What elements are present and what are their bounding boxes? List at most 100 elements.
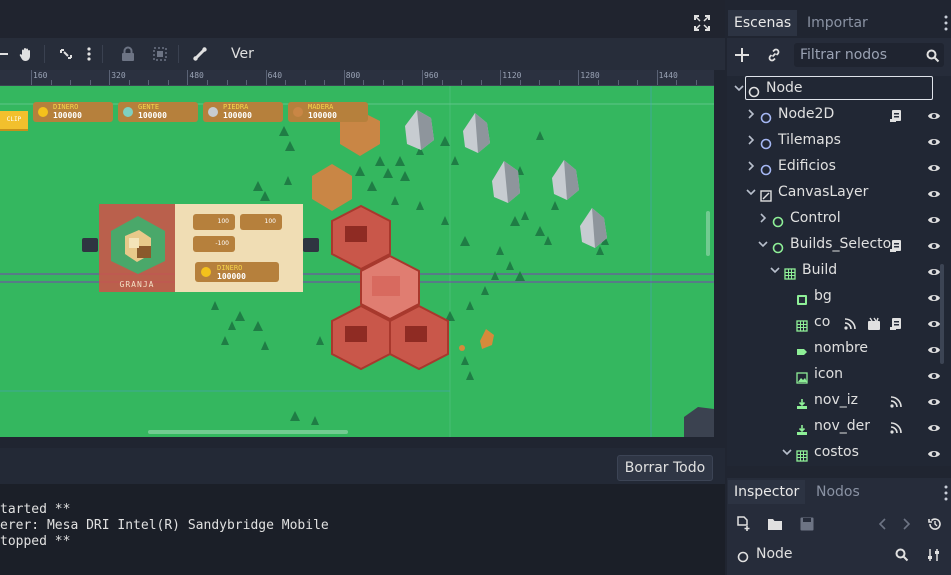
scene-tree-scrollbar[interactable] xyxy=(940,84,944,464)
next-build-button[interactable] xyxy=(303,238,319,252)
scene-tree-item[interactable]: nombre xyxy=(727,336,940,360)
scene-tree-item[interactable]: costos xyxy=(727,440,940,466)
viewport-scrollbar[interactable] xyxy=(148,430,348,434)
left-yellow-button[interactable]: CLIP xyxy=(0,111,28,131)
resource-name: PIEDRA xyxy=(223,103,249,111)
visibility-eye-icon[interactable] xyxy=(927,367,941,381)
save-icon[interactable] xyxy=(799,516,815,532)
ruler-minor-tick xyxy=(461,80,463,85)
pan-tool-icon[interactable] xyxy=(16,44,36,64)
gridcontainer-node-icon xyxy=(796,316,808,332)
scene-tree-item[interactable]: CanvasLayer xyxy=(727,180,940,204)
inspector-search-icon[interactable] xyxy=(895,547,909,562)
snap-icon[interactable] xyxy=(56,44,76,64)
visibility-eye-icon[interactable] xyxy=(927,107,941,121)
script-icon[interactable] xyxy=(889,315,903,330)
lock-icon[interactable] xyxy=(118,44,138,64)
canvas-viewport[interactable]: CLIP DINERO 100000 GENTE 100000 PIEDRA 100000… xyxy=(0,86,714,437)
scene-tree-item-label: CanvasLayer xyxy=(778,184,869,200)
scene-tree-item[interactable]: Node xyxy=(727,76,937,100)
history-forward-icon[interactable] xyxy=(900,516,912,532)
scene-tree-item[interactable]: icon xyxy=(727,362,940,386)
tools-icon[interactable] xyxy=(927,547,941,561)
cost-badge-b: 100 xyxy=(240,214,282,230)
tab-inspector[interactable]: Inspector xyxy=(728,480,806,504)
visibility-eye-icon[interactable] xyxy=(927,419,941,433)
signals-icon[interactable] xyxy=(889,393,903,408)
dock-menu-icon[interactable] xyxy=(944,14,948,32)
inspector-menu-icon[interactable] xyxy=(944,484,948,502)
clear-all-button[interactable]: Borrar Todo xyxy=(617,455,713,481)
add-node-icon[interactable] xyxy=(734,47,750,63)
ruler-minor-tick xyxy=(226,80,228,85)
farm-icon xyxy=(111,216,165,274)
fullscreen-icon[interactable] xyxy=(694,15,710,31)
tab-import[interactable]: Importar xyxy=(807,10,868,36)
scene-tree-item[interactable]: Builds_Selecto xyxy=(727,232,940,256)
tab-scenes[interactable]: Escenas xyxy=(728,10,798,36)
open-folder-icon[interactable] xyxy=(767,516,783,532)
scene-tree-item-label: Node xyxy=(766,80,803,96)
visibility-eye-icon[interactable] xyxy=(927,159,941,173)
scene-tree-item[interactable]: Control xyxy=(727,206,940,230)
visibility-eye-icon[interactable] xyxy=(927,185,941,199)
more-options-icon[interactable] xyxy=(84,44,94,64)
signals-icon[interactable] xyxy=(889,419,903,434)
ruler-label: 1120 xyxy=(502,71,522,80)
visibility-eye-icon[interactable] xyxy=(927,341,941,355)
collapse-arrow-icon[interactable] xyxy=(782,440,792,466)
signals-icon[interactable] xyxy=(843,315,857,330)
scene-tree-item[interactable]: Build xyxy=(727,258,940,282)
script-icon[interactable] xyxy=(889,107,903,122)
object-history-icon[interactable] xyxy=(927,516,943,532)
log-line: topped ** xyxy=(0,534,71,549)
scene-tree-item[interactable]: nov_der xyxy=(727,414,940,438)
visibility-eye-icon[interactable] xyxy=(927,315,941,329)
scene-tree-item[interactable]: nov_iz xyxy=(727,388,940,412)
viewport-vscrollbar[interactable] xyxy=(706,211,710,256)
ruler-label: 320 xyxy=(111,71,126,80)
group-icon[interactable] xyxy=(150,44,170,64)
move-tool-icon[interactable] xyxy=(0,44,10,64)
new-resource-icon[interactable] xyxy=(735,516,751,532)
ruler-minor-tick xyxy=(558,80,560,85)
panel-node-icon xyxy=(796,290,808,305)
ruler-minor-tick xyxy=(89,80,91,85)
ruler-minor-tick xyxy=(206,80,208,85)
history-back-icon[interactable] xyxy=(877,516,889,532)
visibility-eye-icon[interactable] xyxy=(927,263,941,277)
scene-tree-item[interactable]: Tilemaps xyxy=(727,128,940,152)
control-node-icon xyxy=(772,238,784,254)
tab-nodes[interactable]: Nodos xyxy=(816,480,860,504)
ruler-label: 800 xyxy=(345,71,361,80)
groups-icon[interactable] xyxy=(867,315,881,330)
filter-nodes-input[interactable] xyxy=(794,43,931,67)
scene-tree-item[interactable]: bg xyxy=(727,284,940,308)
view-menu-button[interactable]: Ver xyxy=(225,44,260,64)
link-icon[interactable] xyxy=(766,47,782,63)
script-icon[interactable] xyxy=(889,237,903,252)
visibility-eye-icon[interactable] xyxy=(927,133,941,147)
scene-tree-item-label: Node2D xyxy=(778,106,835,122)
visibility-eye-icon[interactable] xyxy=(927,237,941,251)
scene-tree-item[interactable]: Edificios xyxy=(727,154,940,178)
visibility-eye-icon[interactable] xyxy=(927,393,941,407)
visibility-eye-icon[interactable] xyxy=(927,289,941,303)
visibility-eye-icon[interactable] xyxy=(927,211,941,225)
inspector-node-circle-icon xyxy=(737,548,749,563)
gridcontainer-node-icon xyxy=(796,446,808,462)
prev-build-button[interactable] xyxy=(82,238,98,252)
scene-tree-item[interactable]: co xyxy=(727,310,940,334)
scene-tree-item[interactable]: Node2D xyxy=(727,102,940,126)
bone-icon[interactable] xyxy=(190,44,210,64)
ruler-minor-tick xyxy=(70,80,72,85)
toolbar-separator xyxy=(178,45,179,63)
search-icon[interactable] xyxy=(926,48,940,63)
ruler-label: 1440 xyxy=(658,71,678,80)
resource-badge: DINERO 100000 xyxy=(33,102,113,122)
resource-bar: DINERO 100000 GENTE 100000 PIEDRA 100000 MADER… xyxy=(33,102,373,124)
canvas-toolbar: Ver xyxy=(0,38,725,70)
visibility-eye-icon[interactable] xyxy=(927,445,941,459)
ruler-label: 1280 xyxy=(580,71,600,80)
ruler-tick xyxy=(422,70,423,85)
